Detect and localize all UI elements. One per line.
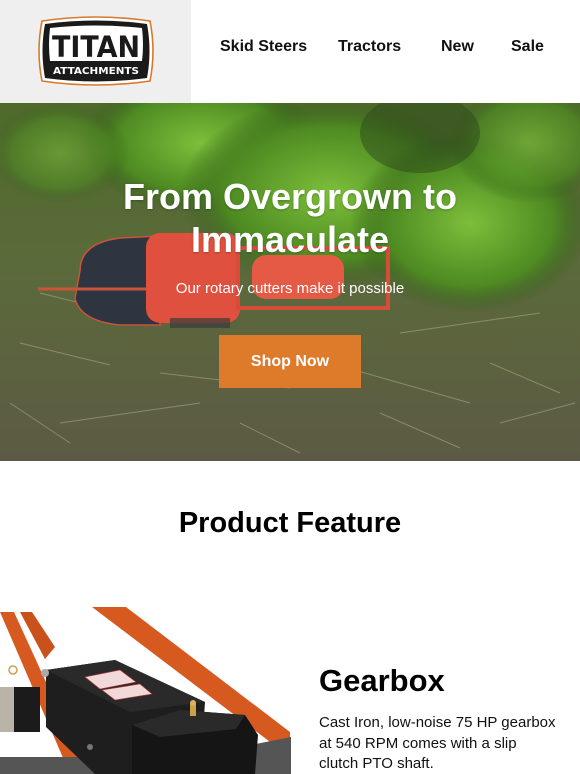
main-nav: Skid Steers Tractors New Sale xyxy=(0,38,580,60)
gearbox-illustration xyxy=(0,607,291,774)
hero-title: From Overgrown to Immaculate xyxy=(122,176,458,260)
section-title: Product Feature xyxy=(178,507,402,539)
feature-heading: Gearbox xyxy=(319,663,445,698)
hero-subtitle: Our rotary cutters make it possible xyxy=(175,280,405,297)
feature-description: Cast Iron, low-noise 75 HP gearbox at 54… xyxy=(319,714,556,772)
nav-item-tractors[interactable]: Tractors xyxy=(338,38,401,56)
nav-item-new[interactable]: New xyxy=(441,38,474,56)
header: TITAN ATTACHMENTS Skid Steers Tractors N… xyxy=(0,0,580,103)
logo-attachments-text: ATTACHMENTS xyxy=(53,66,139,77)
gearbox-image[interactable] xyxy=(0,607,291,774)
nav-item-sale[interactable]: Sale xyxy=(511,38,544,56)
nav-item-skid-steers[interactable]: Skid Steers xyxy=(220,38,307,56)
shop-now-button[interactable]: Shop Now xyxy=(219,335,361,388)
hero-banner[interactable]: From Overgrown to Immaculate Our rotary … xyxy=(0,103,580,461)
